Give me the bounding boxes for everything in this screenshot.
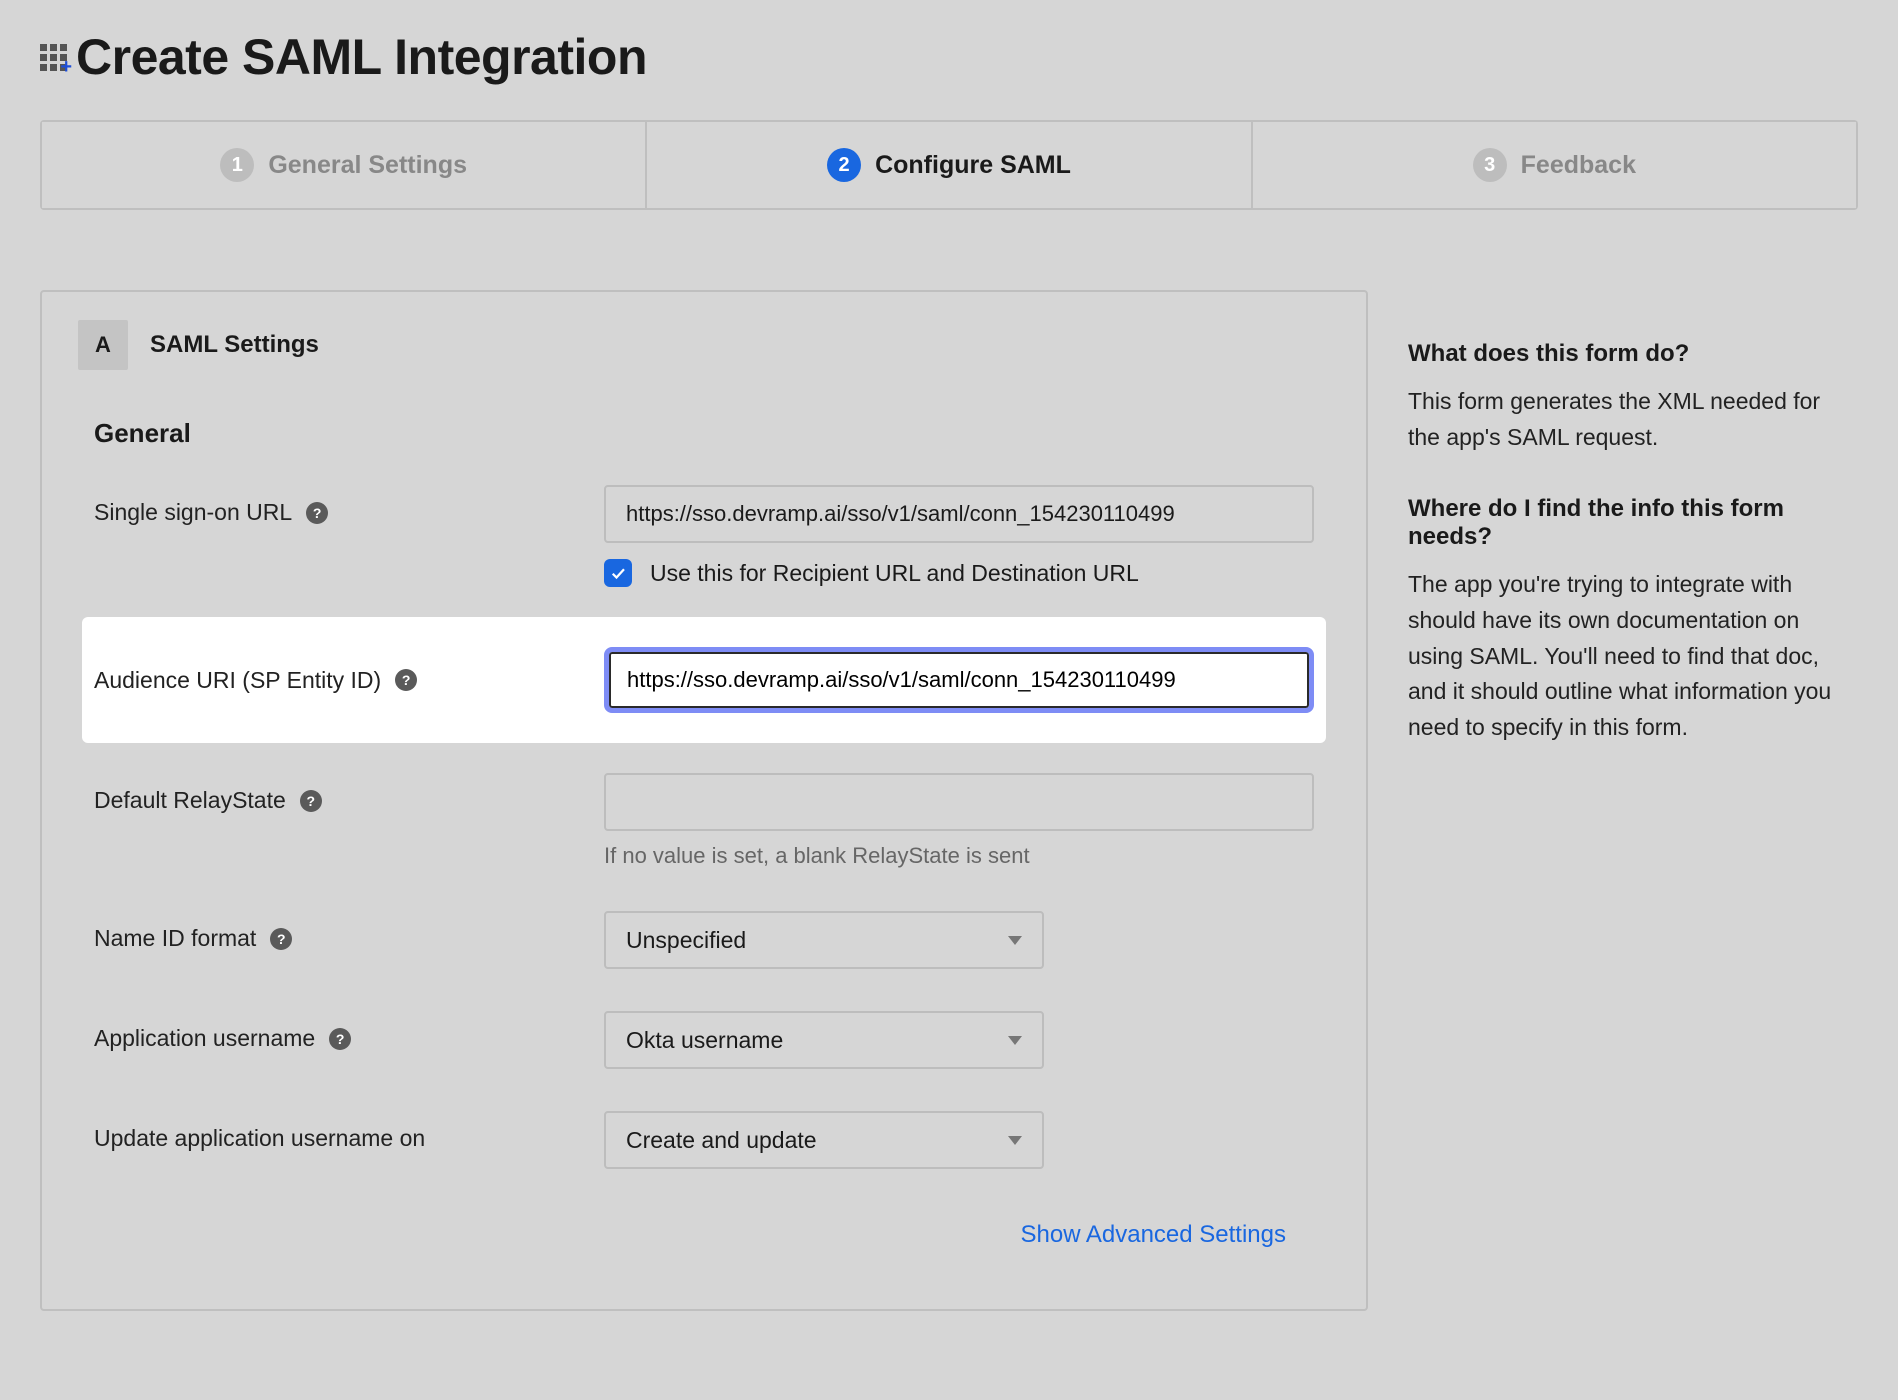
step-label: Feedback bbox=[1521, 151, 1636, 180]
select-value: Create and update bbox=[626, 1127, 817, 1154]
help-icon[interactable]: ? bbox=[329, 1028, 351, 1050]
step-general-settings[interactable]: 1 General Settings bbox=[40, 120, 647, 210]
step-number: 2 bbox=[827, 148, 861, 182]
sso-url-input[interactable] bbox=[604, 485, 1314, 543]
use-for-recipient-checkbox[interactable] bbox=[604, 559, 632, 587]
label-relaystate: Default RelayState bbox=[94, 787, 286, 814]
help-icon[interactable]: ? bbox=[306, 502, 328, 524]
chevron-down-icon bbox=[1008, 1136, 1022, 1145]
section-badge: A bbox=[78, 320, 128, 370]
checkbox-label: Use this for Recipient URL and Destinati… bbox=[650, 560, 1139, 587]
sidebar-q1-title: What does this form do? bbox=[1408, 340, 1858, 368]
relaystate-hint: If no value is set, a blank RelayState i… bbox=[604, 843, 1314, 869]
show-advanced-settings-link[interactable]: Show Advanced Settings bbox=[42, 1181, 1366, 1249]
help-sidebar: What does this form do? This form genera… bbox=[1408, 290, 1858, 1311]
row-audience-uri: Audience URI (SP Entity ID) ? bbox=[82, 617, 1326, 743]
row-nameid-format: Name ID format ? Unspecified bbox=[42, 881, 1366, 981]
apps-grid-icon[interactable]: + bbox=[40, 44, 70, 74]
update-on-select[interactable]: Create and update bbox=[604, 1111, 1044, 1169]
select-value: Unspecified bbox=[626, 927, 746, 954]
label-audience-uri: Audience URI (SP Entity ID) bbox=[94, 667, 381, 694]
chevron-down-icon bbox=[1008, 1036, 1022, 1045]
panel-title: SAML Settings bbox=[150, 331, 319, 359]
app-username-select[interactable]: Okta username bbox=[604, 1011, 1044, 1069]
page-header: + Create SAML Integration bbox=[0, 0, 1898, 96]
step-configure-saml[interactable]: 2 Configure SAML bbox=[647, 120, 1252, 210]
page-title: Create SAML Integration bbox=[76, 28, 647, 86]
help-icon[interactable]: ? bbox=[300, 790, 322, 812]
sidebar-q2-body: The app you're trying to integrate with … bbox=[1408, 567, 1858, 745]
sidebar-q1-body: This form generates the XML needed for t… bbox=[1408, 384, 1858, 455]
row-update-username-on: Update application username on Create an… bbox=[42, 1081, 1366, 1181]
chevron-down-icon bbox=[1008, 936, 1022, 945]
row-app-username: Application username ? Okta username bbox=[42, 981, 1366, 1081]
label-update-on: Update application username on bbox=[94, 1125, 425, 1152]
help-icon[interactable]: ? bbox=[395, 669, 417, 691]
audience-uri-input[interactable] bbox=[604, 647, 1314, 713]
sidebar-q2-title: Where do I find the info this form needs… bbox=[1408, 495, 1858, 551]
saml-settings-panel: A SAML Settings General Single sign-on U… bbox=[40, 290, 1368, 1311]
step-label: General Settings bbox=[268, 151, 467, 180]
label-app-username: Application username bbox=[94, 1025, 315, 1052]
select-value: Okta username bbox=[626, 1027, 783, 1054]
step-number: 1 bbox=[220, 148, 254, 182]
wizard-stepper: 1 General Settings 2 Configure SAML 3 Fe… bbox=[40, 120, 1858, 210]
step-feedback[interactable]: 3 Feedback bbox=[1253, 120, 1858, 210]
label-nameid: Name ID format bbox=[94, 925, 256, 952]
row-relaystate: Default RelayState ? If no value is set,… bbox=[42, 761, 1366, 881]
section-general-title: General bbox=[42, 378, 1366, 473]
help-icon[interactable]: ? bbox=[270, 928, 292, 950]
row-sso-url: Single sign-on URL ? Use this for Recipi… bbox=[42, 473, 1366, 599]
step-number: 3 bbox=[1473, 148, 1507, 182]
relaystate-input[interactable] bbox=[604, 773, 1314, 831]
step-label: Configure SAML bbox=[875, 151, 1071, 180]
label-sso-url: Single sign-on URL bbox=[94, 499, 292, 526]
nameid-select[interactable]: Unspecified bbox=[604, 911, 1044, 969]
